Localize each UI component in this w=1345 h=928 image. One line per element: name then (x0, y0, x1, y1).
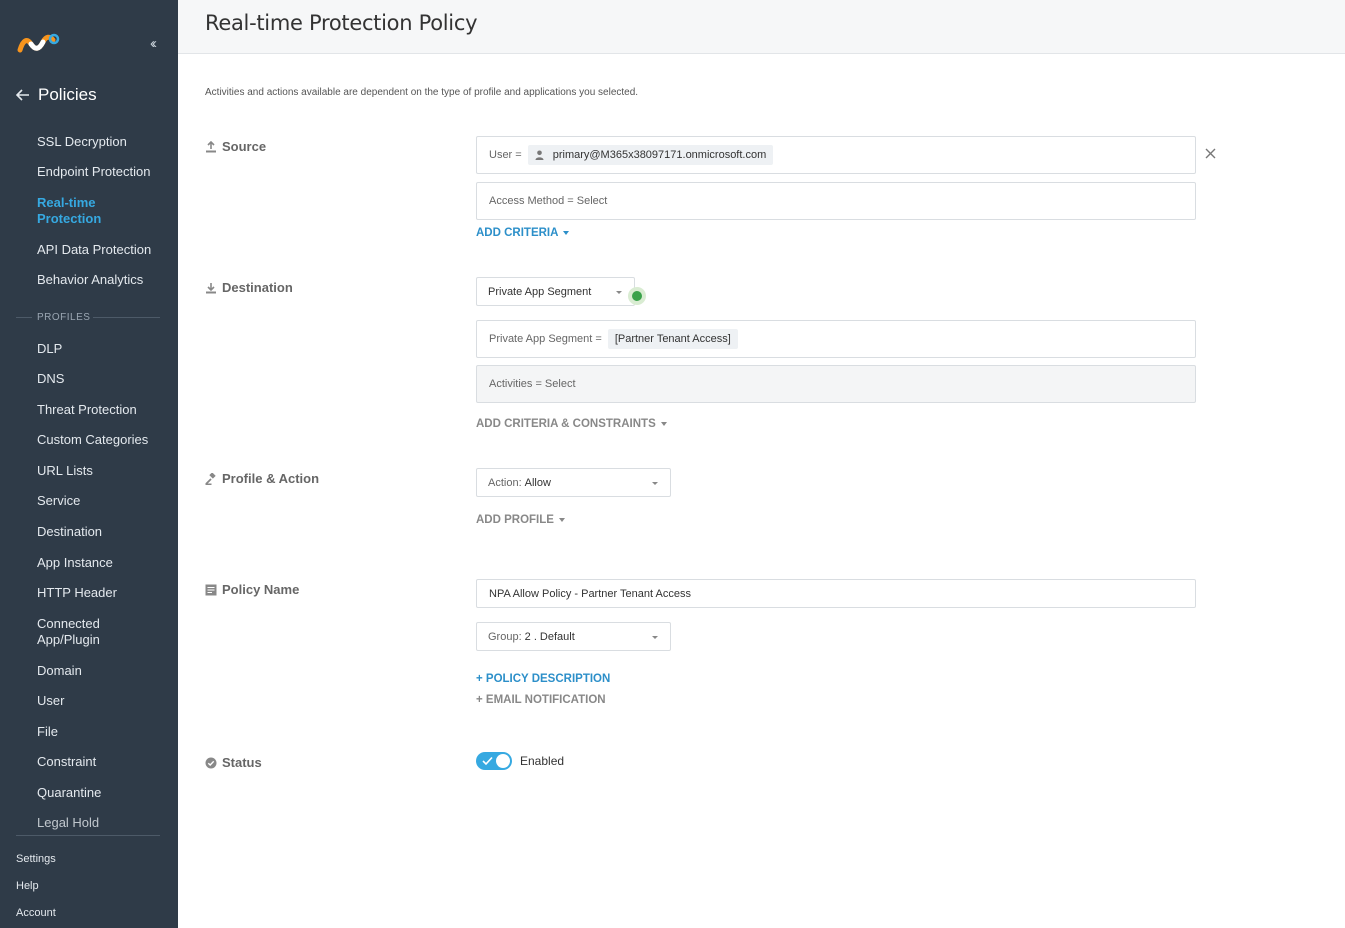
sidebar-item-legal-hold[interactable]: Legal Hold (37, 815, 99, 831)
sidebar-item-user[interactable]: User (37, 693, 64, 709)
action-value: Allow (524, 476, 551, 489)
sidebar-item-dns[interactable]: DNS (37, 371, 64, 387)
sidebar-item-url-lists[interactable]: URL Lists (37, 463, 93, 479)
caret-down-icon (558, 518, 565, 522)
source-label: Source (222, 139, 267, 154)
add-profile-link[interactable]: ADD PROFILE (476, 514, 565, 526)
page-title: Real-time Protection Policy (205, 11, 478, 35)
add-criteria-label: ADD CRITERIA (476, 227, 559, 239)
collapse-sidebar-icon[interactable]: ‹‹ (150, 35, 157, 52)
user-prefix: User = (489, 149, 522, 161)
check-circle-icon (205, 757, 217, 768)
caret-down-icon (563, 231, 570, 235)
sidebar-item-connected-app-plugin[interactable]: Connected App/Plugin (37, 616, 117, 648)
sidebar: ‹‹ Policies SSL Decryption Endpoint Prot… (0, 0, 178, 928)
destination-type-select[interactable]: Private App Segment (476, 277, 635, 306)
segment-prefix: Private App Segment = (489, 333, 602, 345)
user-chip[interactable]: primary@M365x38097171.onmicrosoft.com (527, 145, 774, 165)
profile-action-section-label: Profile & Action (205, 471, 319, 486)
sidebar-item-dlp[interactable]: DLP (37, 341, 62, 357)
sidebar-item-app-instance[interactable]: App Instance (37, 555, 113, 571)
back-arrow-icon (16, 89, 29, 101)
destination-type-value: Private App Segment (488, 285, 592, 298)
divider (93, 317, 160, 318)
sidebar-item-api-data-protection[interactable]: API Data Protection (37, 242, 151, 258)
policy-name-input[interactable]: NPA Allow Policy - Partner Tenant Access (476, 579, 1196, 608)
caret-down-icon (660, 422, 667, 426)
policy-name-section-label: Policy Name (205, 582, 299, 597)
netskope-logo-icon (17, 33, 60, 53)
sidebar-account-link[interactable]: Account (16, 907, 56, 919)
sidebar-item-behavior-analytics[interactable]: Behavior Analytics (37, 272, 143, 288)
destination-label: Destination (222, 280, 293, 295)
check-icon (482, 756, 493, 766)
sidebar-item-destination[interactable]: Destination (37, 524, 102, 540)
add-criteria-link[interactable]: ADD CRITERIA (476, 227, 570, 239)
private-app-segment-field[interactable]: Private App Segment = [Partner Tenant Ac… (476, 320, 1196, 358)
activities-text: Activities = Select (489, 378, 576, 390)
user-icon (535, 150, 544, 160)
sidebar-item-endpoint-protection[interactable]: Endpoint Protection (37, 164, 150, 180)
download-icon (206, 282, 216, 293)
upload-icon (206, 140, 216, 152)
sidebar-item-domain[interactable]: Domain (37, 663, 82, 679)
profiles-section-label: PROFILES (37, 312, 91, 323)
activities-field[interactable]: Activities = Select (476, 365, 1196, 403)
chevron-down-icon (652, 481, 658, 485)
sidebar-item-http-header[interactable]: HTTP Header (37, 585, 117, 601)
status-toggle[interactable] (476, 752, 512, 770)
status-label: Status (222, 755, 262, 770)
segment-value: [Partner Tenant Access] (614, 333, 731, 345)
sidebar-item-custom-categories[interactable]: Custom Categories (37, 432, 148, 448)
status-indicator-dot (628, 287, 646, 305)
access-method-text: Access Method = Select (489, 195, 608, 207)
source-user-field[interactable]: User = primary@M365x38097171.onmicrosoft… (476, 136, 1196, 174)
action-label: Action: (488, 476, 522, 489)
document-icon (205, 584, 217, 595)
sidebar-title: Policies (38, 85, 97, 104)
access-method-field[interactable]: Access Method = Select (476, 182, 1196, 220)
segment-chip[interactable]: [Partner Tenant Access] (607, 329, 738, 349)
sidebar-item-service[interactable]: Service (37, 493, 80, 509)
back-to-policies[interactable]: Policies (16, 85, 97, 105)
group-select[interactable]: Group: 2 . Default (476, 622, 671, 651)
page-header: Real-time Protection Policy (178, 0, 1345, 54)
status-toggle-label: Enabled (520, 754, 565, 768)
sidebar-item-ssl-decryption[interactable]: SSL Decryption (37, 134, 127, 150)
group-label: Group: (488, 630, 522, 643)
remove-source-close-icon[interactable] (1204, 147, 1217, 160)
add-constraints-label: ADD CRITERIA & CONSTRAINTS (476, 418, 656, 430)
chevron-down-icon (616, 290, 622, 294)
action-select[interactable]: Action: Allow (476, 468, 671, 497)
policy-name-value: NPA Allow Policy - Partner Tenant Access (489, 587, 691, 600)
sidebar-item-quarantine[interactable]: Quarantine (37, 785, 101, 801)
policy-name-label: Policy Name (222, 582, 300, 597)
profile-action-label: Profile & Action (222, 471, 320, 486)
user-value: primary@M365x38097171.onmicrosoft.com (552, 149, 767, 161)
divider (16, 317, 32, 318)
chevron-down-icon (652, 635, 658, 639)
sidebar-item-threat-protection[interactable]: Threat Protection (37, 402, 137, 418)
source-section-label: Source (205, 139, 266, 154)
group-value: 2 . Default (524, 630, 575, 643)
sidebar-item-real-time-protection[interactable]: Real-time Protection (37, 195, 127, 227)
add-criteria-constraints-link[interactable]: ADD CRITERIA & CONSTRAINTS (476, 418, 667, 430)
destination-section-label: Destination (205, 280, 293, 295)
divider (16, 835, 160, 836)
sidebar-help-link[interactable]: Help (16, 880, 39, 892)
add-profile-label: ADD PROFILE (476, 514, 554, 526)
sidebar-settings-link[interactable]: Settings (16, 853, 56, 865)
sidebar-item-file[interactable]: File (37, 724, 58, 740)
toggle-knob (496, 754, 510, 768)
email-notification-link[interactable]: + EMAIL NOTIFICATION (476, 694, 606, 706)
info-note: Activities and actions available are dep… (205, 87, 639, 98)
sidebar-item-constraint[interactable]: Constraint (37, 754, 96, 770)
status-section-label: Status (205, 755, 262, 770)
policy-description-link[interactable]: + POLICY DESCRIPTION (476, 673, 610, 685)
gavel-icon (205, 472, 216, 485)
